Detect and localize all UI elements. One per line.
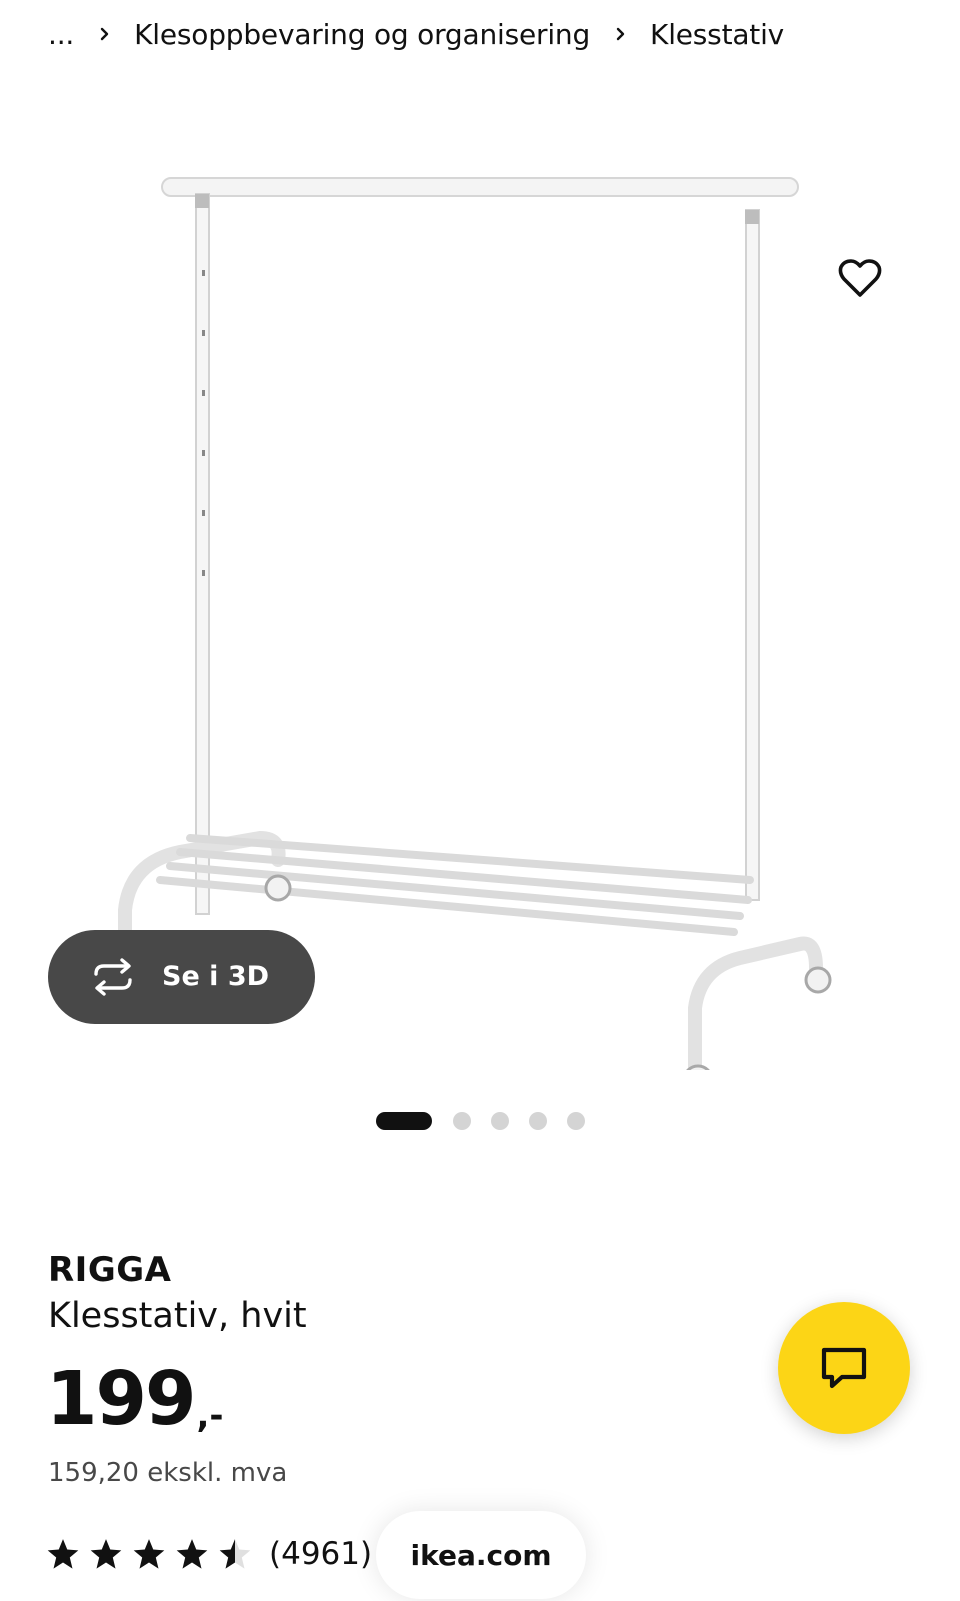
breadcrumb-item-klesstativ[interactable]: Klesstativ bbox=[650, 18, 784, 51]
product-image-clothes-rack[interactable] bbox=[100, 110, 860, 1070]
carousel-dot[interactable] bbox=[376, 1112, 432, 1130]
product-name: RIGGA bbox=[48, 1250, 172, 1290]
breadcrumb-ellipsis[interactable]: ... bbox=[48, 18, 74, 51]
rating-count[interactable]: (4961) bbox=[269, 1536, 372, 1572]
star-full-icon bbox=[90, 1539, 122, 1569]
carousel-dot[interactable] bbox=[567, 1112, 585, 1130]
breadcrumb: ... Klesoppbevaring og organisering Kles… bbox=[48, 14, 784, 54]
product-description: Klesstativ, hvit bbox=[48, 1296, 307, 1336]
rotate-3d-icon bbox=[94, 958, 132, 996]
chat-button[interactable] bbox=[778, 1302, 910, 1434]
rating[interactable]: (4961) bbox=[46, 1531, 372, 1577]
view-3d-label: Se i 3D bbox=[162, 961, 270, 992]
favorite-button[interactable] bbox=[836, 254, 884, 302]
carousel-pagination bbox=[376, 1111, 605, 1131]
star-full-icon bbox=[133, 1539, 165, 1569]
carousel-dot[interactable] bbox=[453, 1112, 471, 1130]
price: 199 ,- bbox=[46, 1362, 224, 1436]
star-full-icon bbox=[176, 1539, 208, 1569]
price-ex-vat: 159,20 ekskl. mva bbox=[48, 1458, 288, 1488]
browser-url-bar[interactable]: ikea.com bbox=[376, 1511, 586, 1599]
star-half-icon bbox=[219, 1539, 251, 1569]
view-3d-button[interactable]: Se i 3D bbox=[48, 930, 315, 1024]
heart-icon bbox=[838, 259, 882, 297]
carousel-dot[interactable] bbox=[491, 1112, 509, 1130]
product-gallery[interactable] bbox=[0, 70, 960, 1080]
chat-bubble-icon bbox=[821, 1347, 867, 1389]
price-amount: 199 bbox=[46, 1356, 196, 1442]
star-full-icon bbox=[47, 1539, 79, 1569]
carousel-dot[interactable] bbox=[529, 1112, 547, 1130]
chevron-right-icon bbox=[614, 27, 628, 41]
price-suffix: ,- bbox=[196, 1396, 224, 1436]
breadcrumb-item-klesoppbevaring[interactable]: Klesoppbevaring og organisering bbox=[134, 18, 590, 51]
chevron-right-icon bbox=[98, 27, 112, 41]
